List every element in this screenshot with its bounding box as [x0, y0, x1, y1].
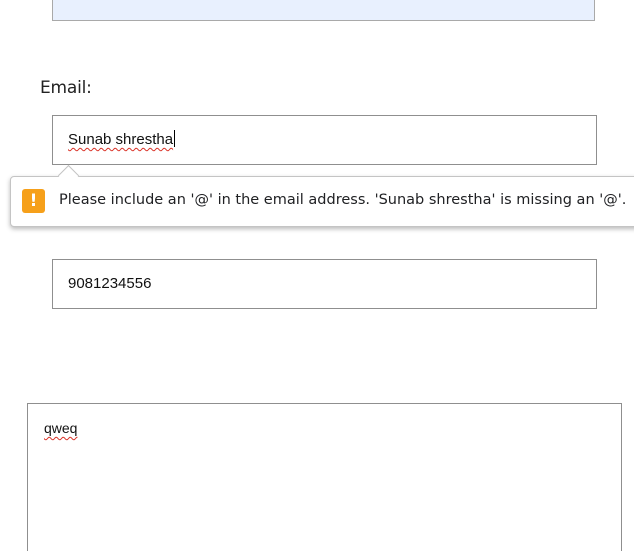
validation-tooltip: ! Please include an '@' in the email add… [10, 164, 634, 227]
text-caret [174, 130, 176, 147]
warning-icon: ! [22, 189, 45, 213]
email-input[interactable]: Sunab shrestha [52, 115, 597, 165]
message-textarea-value: qweq [44, 420, 78, 436]
message-textarea[interactable]: qweq [27, 403, 622, 551]
email-input-value: Sunab shrestha [68, 131, 174, 148]
previous-input-field[interactable] [52, 0, 595, 21]
phone-input[interactable]: 9081234556 [52, 259, 597, 309]
phone-input-value: 9081234556 [68, 275, 152, 292]
validation-message: Please include an '@' in the email addre… [59, 192, 627, 208]
tooltip-arrow [57, 164, 80, 187]
email-label: Email: [40, 78, 92, 98]
